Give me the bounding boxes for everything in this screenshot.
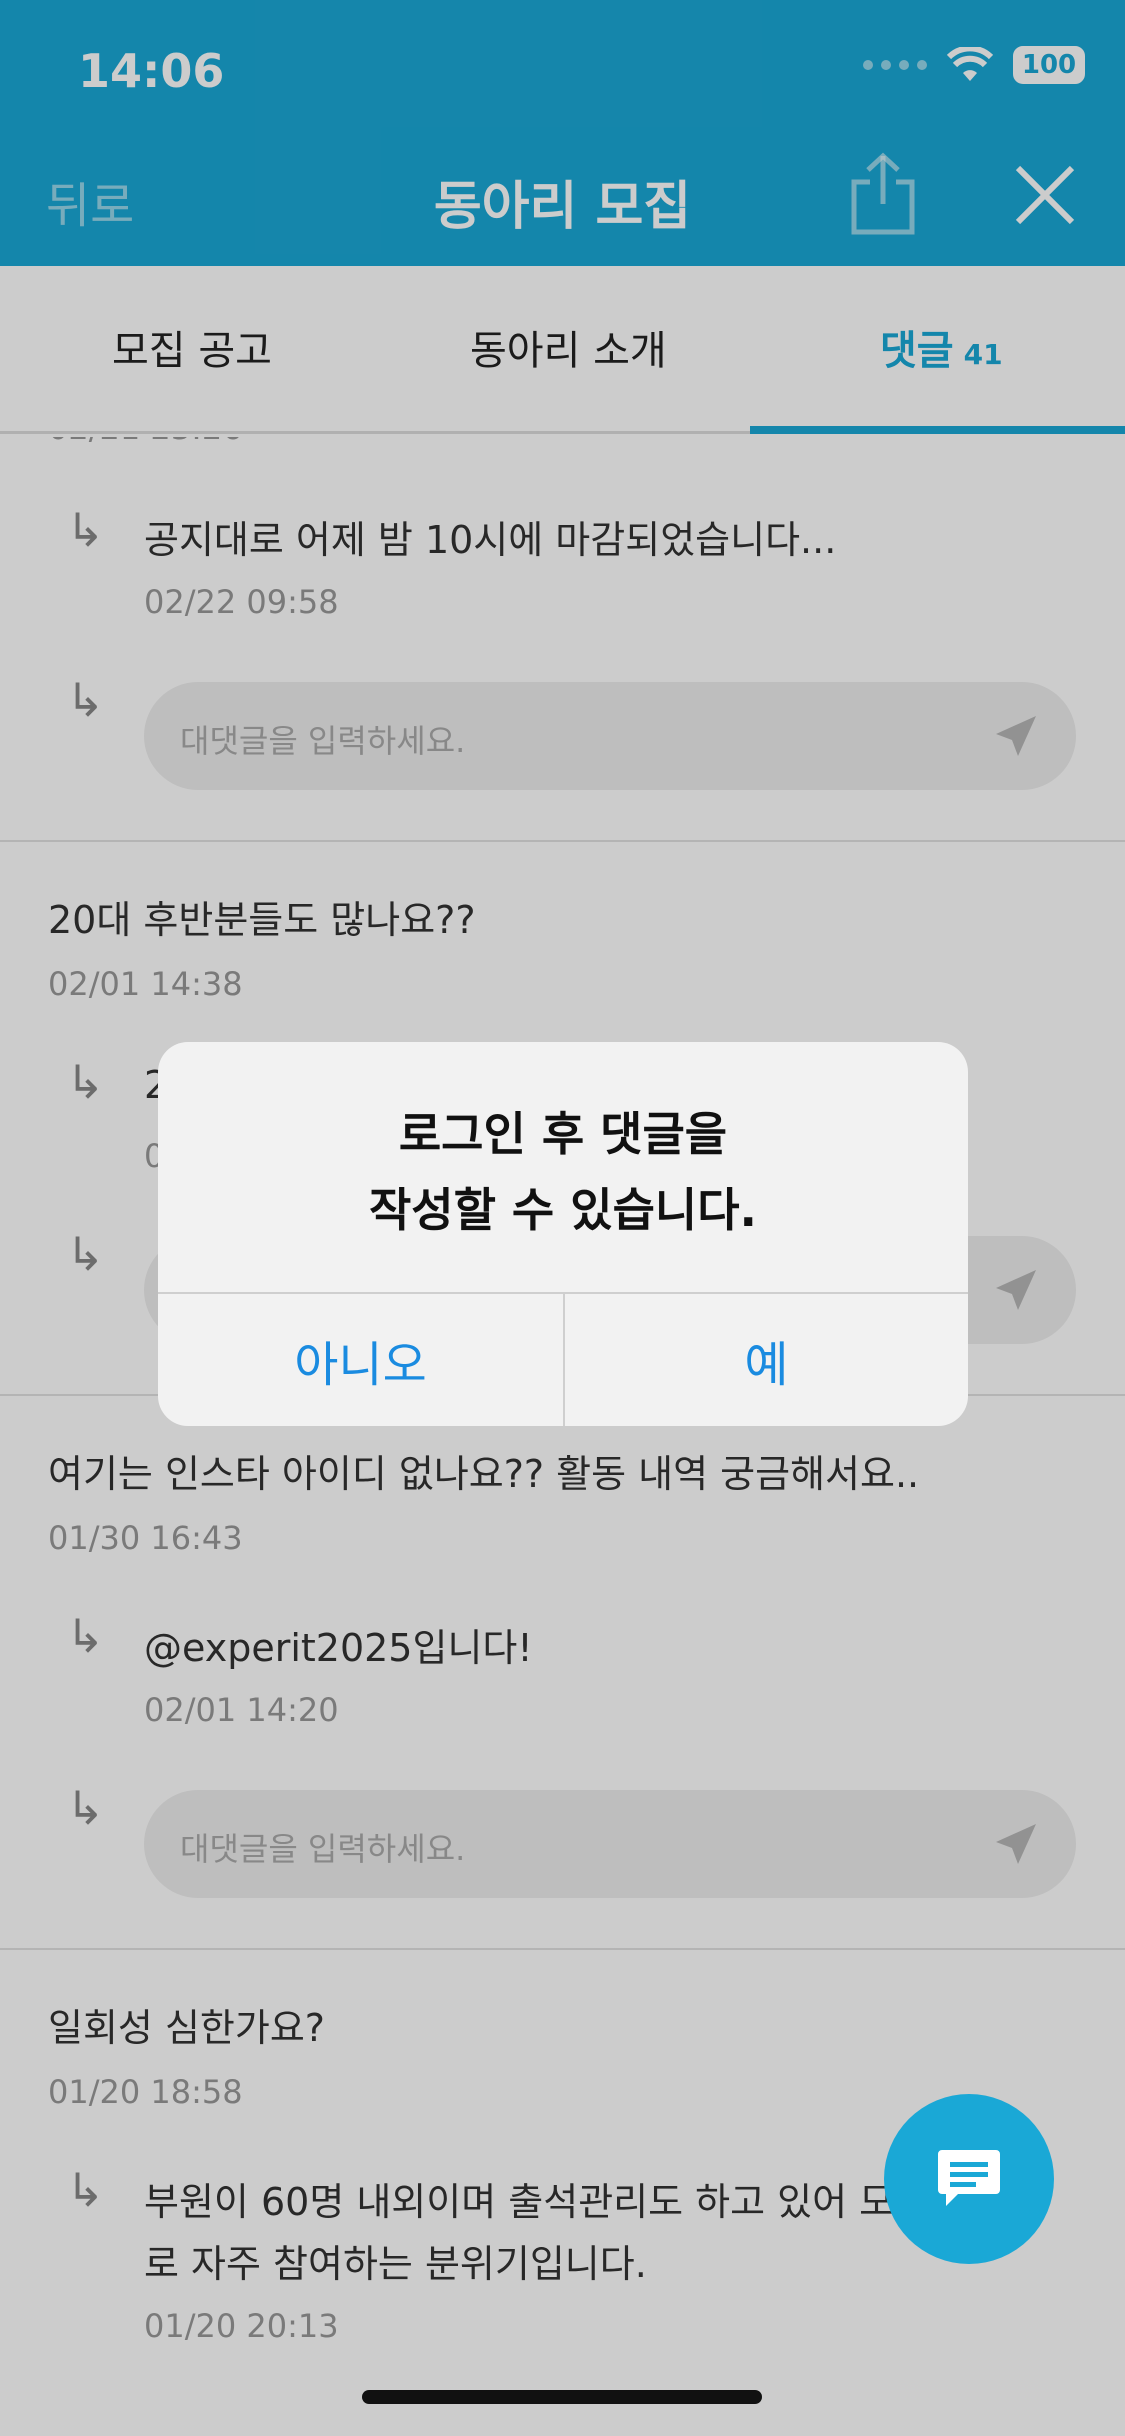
dialog-yes-button[interactable]: 예 <box>563 1294 968 1426</box>
dialog-no-button[interactable]: 아니오 <box>158 1294 563 1426</box>
write-comment-button[interactable] <box>884 2094 1054 2264</box>
dialog-message-line2: 작성할 수 있습니다. <box>368 1183 758 1237</box>
dialog-message-line1: 로그인 후 댓글을 <box>398 1107 728 1161</box>
login-required-dialog: 로그인 후 댓글을 작성할 수 있습니다. 아니오 예 <box>158 1042 968 1426</box>
dialog-message: 로그인 후 댓글을 작성할 수 있습니다. <box>158 1096 968 1248</box>
home-indicator[interactable] <box>362 2390 762 2404</box>
chat-bubble-icon <box>938 2150 1000 2206</box>
